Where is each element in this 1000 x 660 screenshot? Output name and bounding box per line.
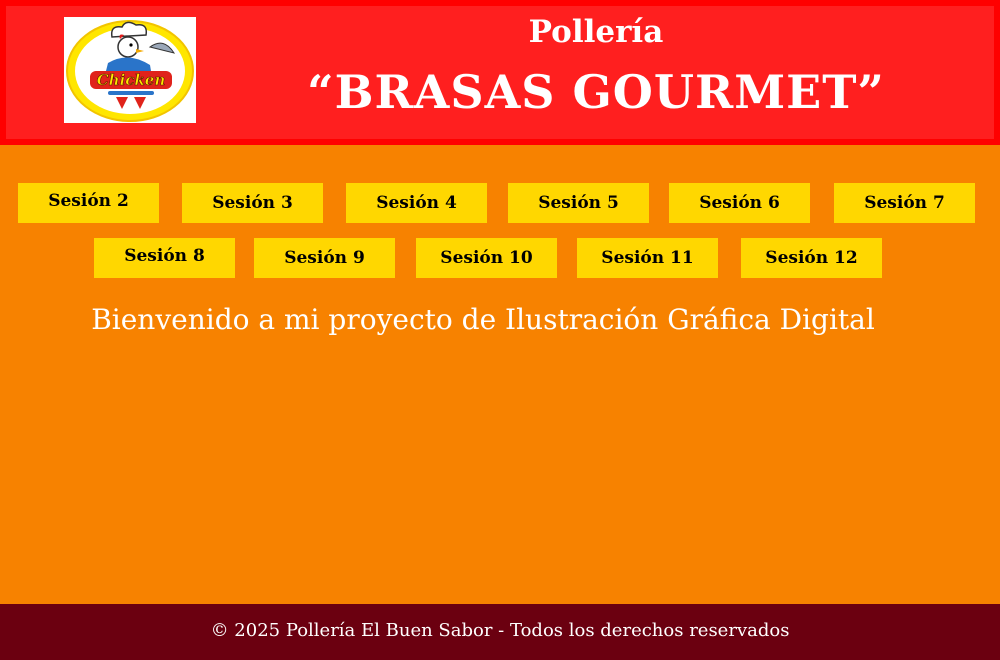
nav-button-sesion-5[interactable]: Sesión 5 <box>508 183 649 223</box>
logo-text: Chicken <box>97 71 166 89</box>
nav-button-sesion-3[interactable]: Sesión 3 <box>182 183 323 223</box>
chicken-logo: Chicken <box>64 17 196 123</box>
nav-button-sesion-10[interactable]: Sesión 10 <box>416 238 557 278</box>
nav-button-sesion-9[interactable]: Sesión 9 <box>254 238 395 278</box>
site-header: Chicken Pollería “BRASAS GOURMET” <box>0 0 1000 145</box>
header-title: “BRASAS GOURMET” <box>307 65 885 119</box>
nav-button-sesion-7[interactable]: Sesión 7 <box>834 183 975 223</box>
header-subtitle: Pollería <box>528 14 664 50</box>
welcome-message: Bienvenido a mi proyecto de Ilustración … <box>91 303 875 336</box>
nav-button-sesion-11[interactable]: Sesión 11 <box>577 238 718 278</box>
nav-button-sesion-12[interactable]: Sesión 12 <box>741 238 882 278</box>
site-footer: © 2025 Pollería El Buen Sabor - Todos lo… <box>0 604 1000 660</box>
chicken-logo-icon: Chicken <box>64 17 196 123</box>
nav-button-sesion-4[interactable]: Sesión 4 <box>346 183 487 223</box>
nav-button-sesion-2[interactable]: Sesión 2 <box>18 183 159 223</box>
nav-button-sesion-6[interactable]: Sesión 6 <box>669 183 810 223</box>
footer-copyright: © 2025 Pollería El Buen Sabor - Todos lo… <box>210 620 790 641</box>
nav-button-sesion-8[interactable]: Sesión 8 <box>94 238 235 278</box>
